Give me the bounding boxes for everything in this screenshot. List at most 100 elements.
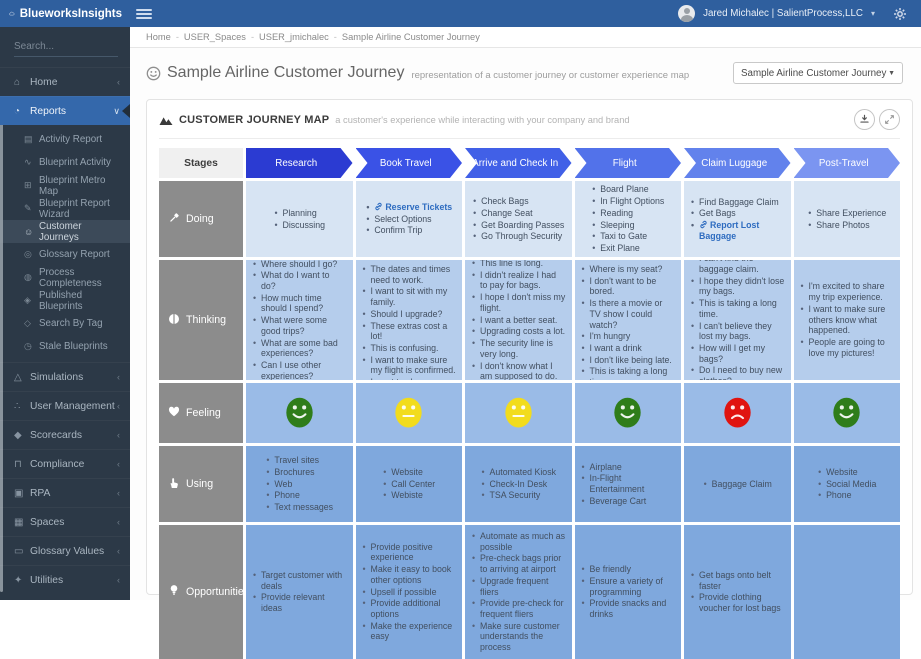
sidebar-item-published-blueprints[interactable]: ◈Published Blueprints [0, 289, 130, 312]
sidebar-item-activity-report[interactable]: ▤Activity Report [0, 128, 130, 151]
cell-opportunities-post-travel [794, 525, 901, 659]
row-label-text: Doing [186, 213, 214, 225]
sidebar-item-customer-journeys[interactable]: ☺Customer Journeys [0, 220, 130, 243]
sidebar-item-label: Compliance [30, 459, 117, 470]
cell-feeling-post-travel [794, 383, 901, 443]
sidebar-item-home[interactable]: ⌂Home‹ [0, 67, 130, 96]
breadcrumb-item-user-jmichalec[interactable]: USER_jmichalec [259, 32, 329, 42]
sidebar-item-scorecards[interactable]: ◆Scorecards‹ [0, 420, 130, 449]
glossary-report-icon: ◎ [24, 249, 39, 260]
search-input[interactable] [14, 41, 146, 52]
blueprint-activity-icon: ∿ [24, 157, 39, 168]
sidebar-item-blueprint-report-wizard[interactable]: ✎Blueprint Report Wizard [0, 197, 130, 220]
chevron-left-icon: ‹ [117, 488, 120, 498]
sidebar-item-glossary-report[interactable]: ◎Glossary Report [0, 243, 130, 266]
content: Home-USER_Spaces-USER_jmichalec-Sample A… [130, 27, 921, 600]
cell-item: Upsell if possible [362, 587, 457, 598]
cell-doing-research: PlanningDiscussing [246, 181, 353, 257]
cell-item: I hope I don't miss my flight. [471, 292, 566, 313]
cell-item: Brochures [265, 467, 333, 478]
cell-list: This line is long.I didn't realize I had… [471, 260, 566, 380]
cell-thinking-post-travel: I'm excited to share my trip experience.… [794, 260, 901, 380]
sidebar-item-search-by-tag[interactable]: ◇Search By Tag [0, 312, 130, 335]
download-icon [859, 114, 870, 125]
sidebar-item-rpa[interactable]: ▣RPA‹ [0, 478, 130, 507]
cell-item: Do I need to buy new clothes? [690, 365, 785, 380]
cell-item: Share Experience [807, 208, 886, 219]
sidebar-item-utilities[interactable]: ✦Utilities‹ [0, 565, 130, 594]
cell-item: Taxi to Gate [591, 231, 664, 242]
settings-gear-icon[interactable] [893, 7, 907, 21]
avatar[interactable] [678, 5, 695, 22]
cell-item: What were some good trips? [252, 315, 347, 336]
cell-list: Get bags onto belt fasterProvide clothin… [690, 569, 785, 615]
user-menu[interactable]: Jared Michalec | SalientProcess,LLC [703, 8, 863, 19]
stages-header-label: Stages [159, 148, 243, 178]
sidebar-item-compliance[interactable]: ⊓Compliance‹ [0, 449, 130, 478]
cell-item: Reading [591, 208, 664, 219]
cell-link-report-lost-baggage[interactable]: Report Lost Baggage [690, 220, 785, 241]
cell-item: These extras cost a lot! [362, 321, 457, 342]
cell-list: Automate as much as possiblePre-check ba… [471, 530, 566, 654]
cell-feeling-research [246, 383, 353, 443]
expand-button[interactable] [879, 109, 900, 130]
cell-link-reserve-tickets[interactable]: Reserve Tickets [365, 202, 452, 213]
breadcrumb-item-home[interactable]: Home [146, 32, 171, 42]
cell-thinking-book-travel: I want to get the best deal.The dates an… [356, 260, 463, 380]
cell-item: I want a better seat. [471, 315, 566, 326]
sidebar-item-glossary-values[interactable]: ▭Glossary Values‹ [0, 536, 130, 565]
cell-list: Be friendlyEnsure a variety of programmi… [581, 563, 676, 621]
cell-item: Provide relevant ideas [252, 592, 347, 613]
cell-item: Pre-check bags prior to arriving at airp… [471, 553, 566, 574]
sidebar-subitem-label: Blueprint Report Wizard [39, 198, 122, 220]
sidebar-item-user-management[interactable]: ∴User Management‹ [0, 391, 130, 420]
chevron-left-icon: ‹ [117, 459, 120, 469]
menu-toggle-icon[interactable] [136, 9, 152, 19]
chevron-down-icon: ▼ [888, 70, 895, 77]
cell-item: Phone [265, 490, 333, 501]
cell-item: Text messages [265, 502, 333, 513]
sidebar-item-spaces[interactable]: ▦Spaces‹ [0, 507, 130, 536]
sidebar-item-simulations[interactable]: △Simulations‹ [0, 362, 130, 391]
journey-selector[interactable]: Sample Airline Customer Journey ▼ [733, 62, 903, 84]
row-label-opportunities: Opportunities [159, 525, 243, 659]
sidebar-item-label: Glossary Values [30, 546, 117, 557]
cell-item: Get Bags [690, 208, 785, 219]
sidebar-item-process-completeness[interactable]: ◍Process Completeness [0, 266, 130, 289]
cell-item: Exit Plane [591, 243, 664, 254]
sidebar-item-label: Utilities [30, 575, 117, 586]
cell-item: Where is my seat? [581, 264, 676, 275]
sidebar-subitem-label: Glossary Report [39, 249, 110, 260]
cell-item: How much time should I spend? [252, 293, 347, 314]
sidebar-item-stale-blueprints[interactable]: ◷Stale Blueprints [0, 335, 130, 358]
panel-subtitle: a customer's experience while interactin… [335, 114, 629, 125]
cell-using-flight: AirplaneIn-Flight EntertainmentBeverage … [575, 446, 682, 522]
titlebar: Sample Airline Customer Journey represen… [130, 48, 921, 84]
sidebar-subitem-label: Blueprint Metro Map [39, 175, 122, 197]
cell-list: Travel sitesBrochuresWebPhoneText messag… [265, 454, 333, 514]
cell-thinking-research: Where should I go?What do I want to do?H… [246, 260, 353, 380]
download-button[interactable] [854, 109, 875, 130]
cell-item: Check Bags [472, 196, 564, 207]
cell-feeling-claim-luggage [684, 383, 791, 443]
cell-item: Web [265, 479, 333, 490]
cell-list: Check BagsChange SeatGet Boarding Passes… [472, 195, 564, 243]
cell-item: This line is long. [471, 260, 566, 269]
sidebar-item-blueprint-activity[interactable]: ∿Blueprint Activity [0, 151, 130, 174]
journey-grid: StagesResearchBook TravelArrive and Chec… [159, 148, 900, 659]
cell-item: I want to get the best deal. [362, 260, 457, 263]
cell-thinking-flight: I'm a little nervous.Where is my seat?I … [575, 260, 682, 380]
breadcrumb-item-user-spaces[interactable]: USER_Spaces [184, 32, 246, 42]
published-blueprints-icon: ◈ [24, 295, 39, 306]
cell-item: Board Plane [591, 184, 664, 195]
search-by-tag-icon: ◇ [24, 318, 39, 329]
metro-map-icon: ⊞ [24, 180, 39, 191]
sidebar-item-blueprint-metro-map[interactable]: ⊞Blueprint Metro Map [0, 174, 130, 197]
panel-title: CUSTOMER JOURNEY MAP [179, 114, 329, 126]
sidebar-item-reports[interactable]: ◔Reports∨ [0, 96, 130, 125]
cell-item: I can't believe they lost my bags. [690, 321, 785, 342]
row-label-text: Opportunities [186, 586, 249, 598]
cell-item: What do I want to do? [252, 270, 347, 291]
cell-item: The dates and times need to work. [362, 264, 457, 285]
sidebar-subitem-label: Search By Tag [39, 318, 103, 329]
